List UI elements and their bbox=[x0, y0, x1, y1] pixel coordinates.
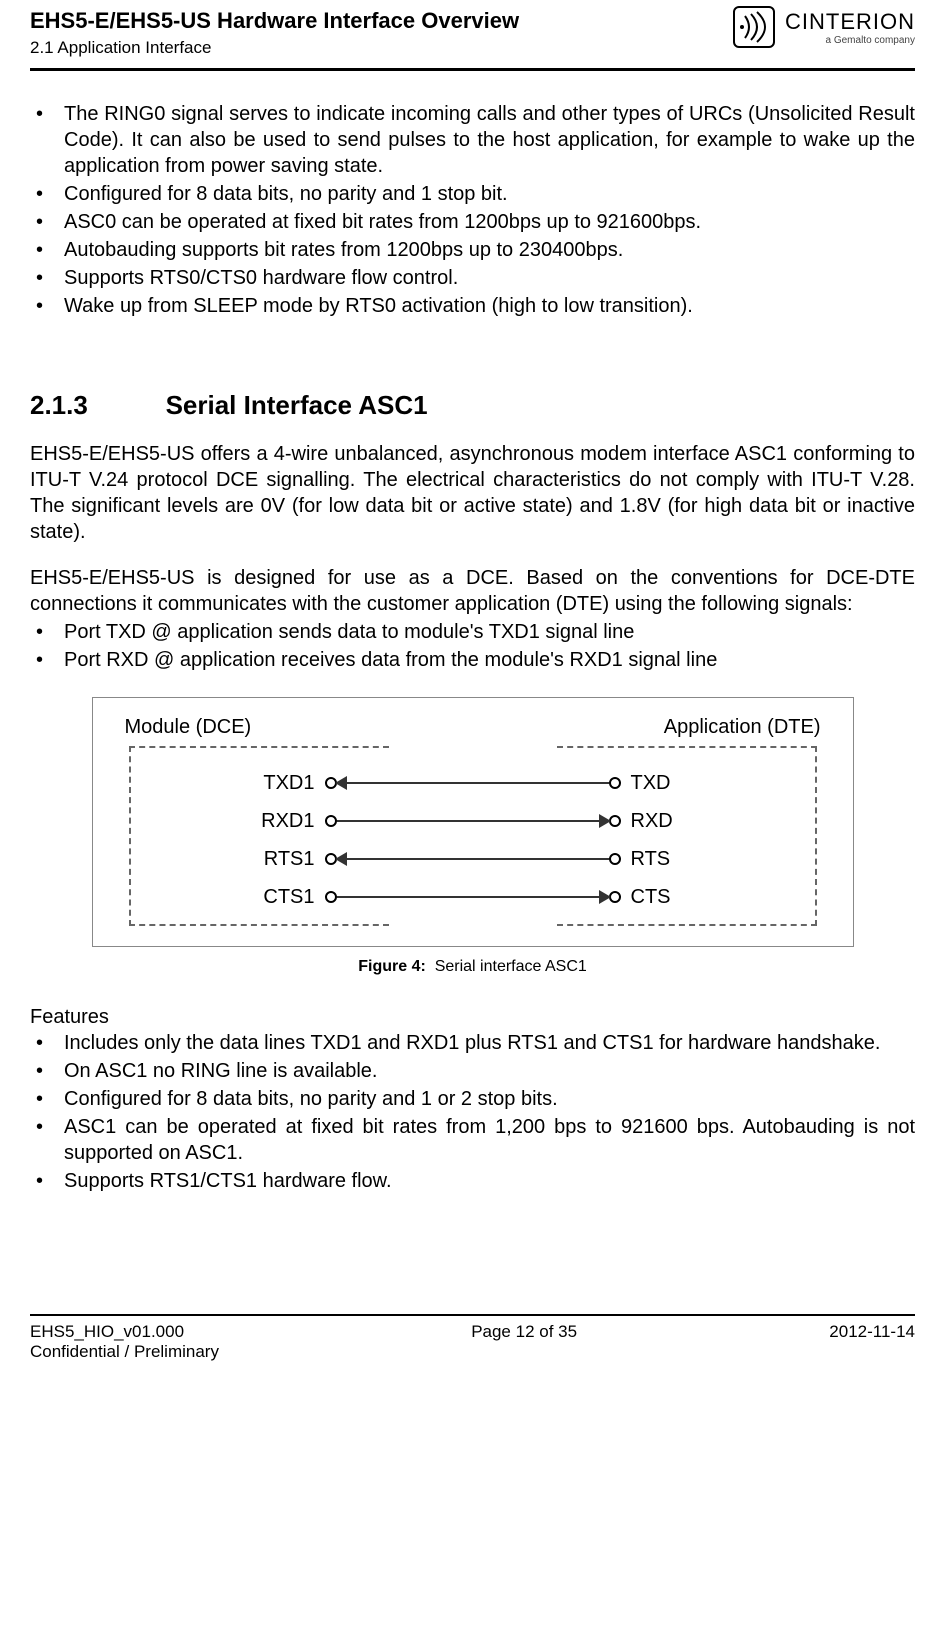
port-icon bbox=[325, 891, 337, 903]
signal-label-right: RXD bbox=[621, 808, 821, 834]
section-paragraph: EHS5-E/EHS5-US offers a 4-wire unbalance… bbox=[30, 441, 915, 545]
brand-tagline: a Gemalto company bbox=[785, 35, 915, 46]
list-item: Port RXD @ application receives data fro… bbox=[30, 647, 915, 673]
port-icon bbox=[609, 777, 621, 789]
footer-confidential: Confidential / Preliminary bbox=[30, 1342, 219, 1362]
nfc-icon bbox=[733, 6, 775, 48]
signal-label-right: RTS bbox=[621, 846, 821, 872]
footer-page-number: Page 12 of 35 bbox=[219, 1322, 829, 1342]
signal-label-right: TXD bbox=[621, 770, 821, 796]
asc1-diagram: Module (DCE) Application (DTE) TXD1 TXD bbox=[92, 697, 854, 947]
list-item: Configured for 8 data bits, no parity an… bbox=[30, 181, 915, 207]
figure-caption: Figure 4: Serial interface ASC1 bbox=[30, 957, 915, 978]
wire bbox=[337, 896, 609, 898]
port-icon bbox=[609, 853, 621, 865]
list-item: Includes only the data lines TXD1 and RX… bbox=[30, 1030, 915, 1056]
wire bbox=[337, 782, 609, 784]
connection-signal-list: Port TXD @ application sends data to mod… bbox=[30, 619, 915, 673]
section-paragraph: EHS5-E/EHS5-US is designed for use as a … bbox=[30, 565, 915, 617]
list-item: The RING0 signal serves to indicate inco… bbox=[30, 101, 915, 179]
figure-caption-label: Figure 4: bbox=[358, 958, 426, 975]
asc0-feature-list: The RING0 signal serves to indicate inco… bbox=[30, 101, 915, 319]
wire bbox=[337, 820, 609, 822]
signal-label-left: RXD1 bbox=[125, 808, 325, 834]
footer-date: 2012-11-14 bbox=[829, 1322, 915, 1342]
section-number: 2.1.3 bbox=[30, 389, 160, 423]
list-item: Autobauding supports bit rates from 1200… bbox=[30, 237, 915, 263]
list-item: ASC1 can be operated at fixed bit rates … bbox=[30, 1114, 915, 1166]
list-item: Port TXD @ application sends data to mod… bbox=[30, 619, 915, 645]
list-item: Supports RTS0/CTS0 hardware flow control… bbox=[30, 265, 915, 291]
brand-logo: CINTERION a Gemalto company bbox=[733, 6, 915, 48]
signal-label-left: CTS1 bbox=[125, 884, 325, 910]
figure-caption-text: Serial interface ASC1 bbox=[435, 958, 587, 975]
list-item: Configured for 8 data bits, no parity an… bbox=[30, 1086, 915, 1112]
asc1-feature-list: Includes only the data lines TXD1 and RX… bbox=[30, 1030, 915, 1194]
port-icon bbox=[325, 815, 337, 827]
list-item: Supports RTS1/CTS1 hardware flow. bbox=[30, 1168, 915, 1194]
signal-label-right: CTS bbox=[621, 884, 821, 910]
signal-label-left: RTS1 bbox=[125, 846, 325, 872]
wire bbox=[337, 858, 609, 860]
list-item: On ASC1 no RING line is available. bbox=[30, 1058, 915, 1084]
footer-doc-id: EHS5_HIO_v01.000 bbox=[30, 1322, 219, 1342]
list-item: ASC0 can be operated at fixed bit rates … bbox=[30, 209, 915, 235]
header-rule bbox=[30, 68, 915, 71]
brand-name: CINTERION bbox=[785, 9, 915, 34]
list-item: Wake up from SLEEP mode by RTS0 activati… bbox=[30, 293, 915, 319]
diagram-left-title: Module (DCE) bbox=[125, 714, 252, 740]
section-title: Serial Interface ASC1 bbox=[166, 390, 428, 420]
signal-label-left: TXD1 bbox=[125, 770, 325, 796]
diagram-right-title: Application (DTE) bbox=[664, 714, 821, 740]
features-heading: Features bbox=[30, 1004, 915, 1030]
